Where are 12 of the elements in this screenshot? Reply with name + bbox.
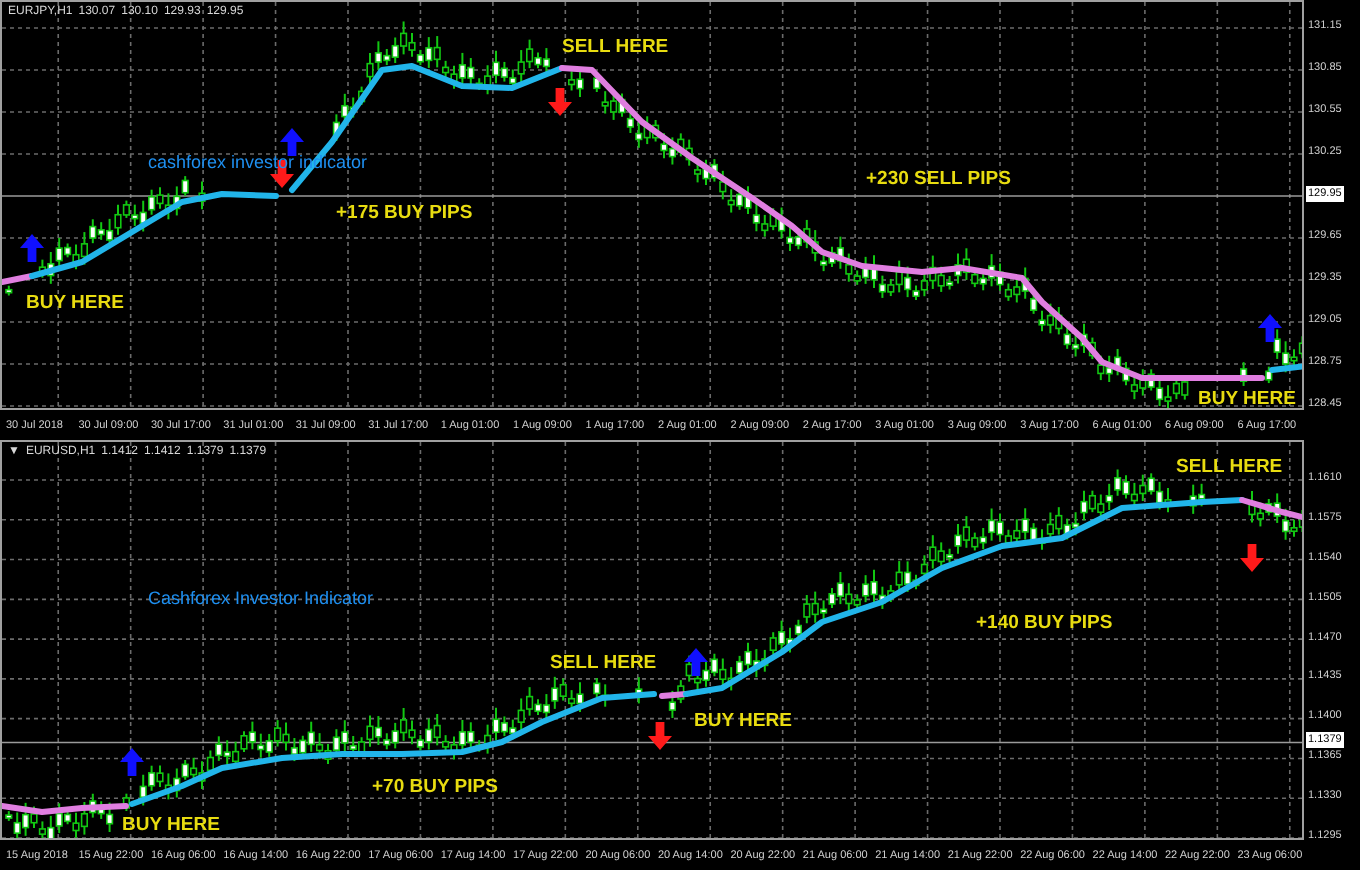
signal-label: BUY HERE: [122, 814, 220, 836]
signal-label: BUY HERE: [1198, 388, 1296, 408]
signal-label: SELL HERE: [1176, 456, 1283, 478]
signal-label: +70 BUY PIPS: [372, 776, 498, 798]
signal-label: BUY HERE: [694, 710, 792, 732]
signal-label: SELL HERE: [562, 36, 669, 58]
signal-label: +230 SELL PIPS: [866, 168, 1011, 190]
indicator-caption: Cashforex Investor Indicator: [148, 588, 374, 610]
signal-label: BUY HERE: [26, 292, 124, 314]
signal-label: +175 BUY PIPS: [336, 202, 473, 224]
signal-label: SELL HERE: [550, 652, 657, 674]
signal-label: +140 BUY PIPS: [976, 612, 1113, 634]
